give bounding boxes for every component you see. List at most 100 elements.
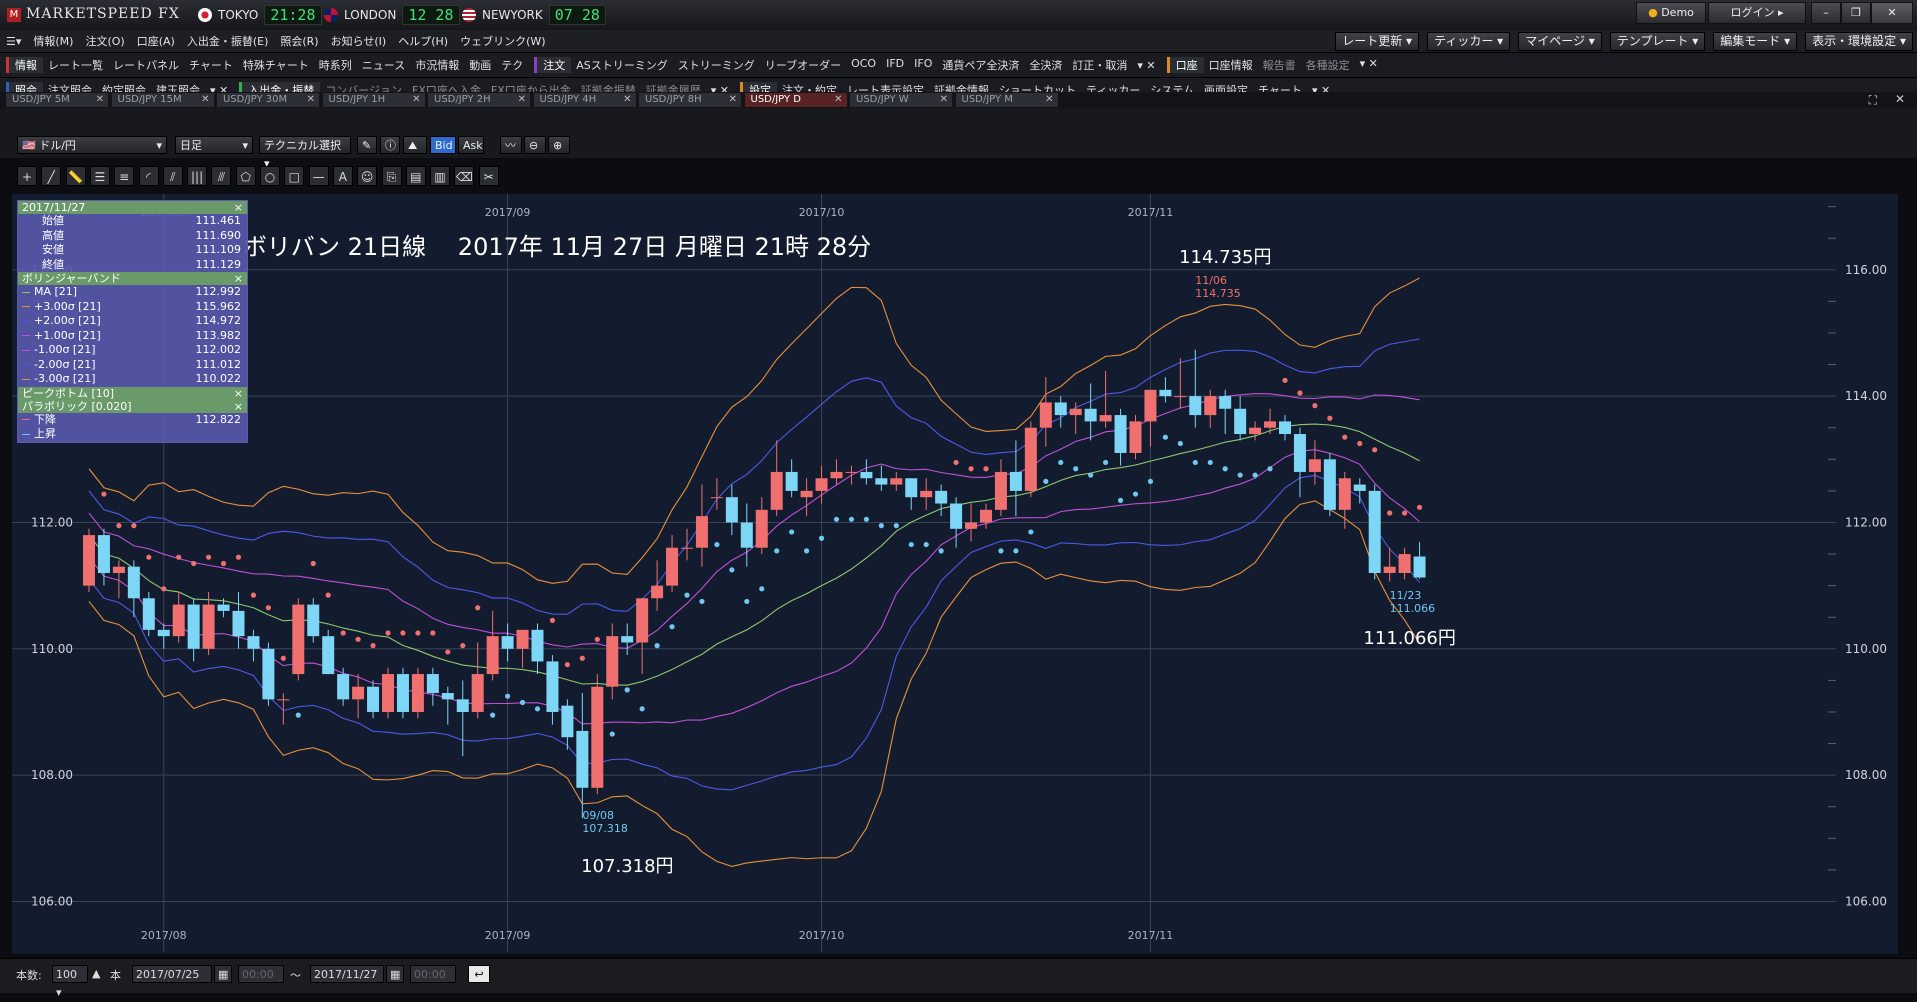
toolbar-dropdown[interactable]: テンプレート ▾ — [1609, 31, 1706, 51]
text-icon[interactable]: A — [332, 166, 353, 186]
chart-tab[interactable]: USD/JPY W ✕ — [850, 93, 952, 107]
close-icon[interactable]: ✕ — [518, 93, 526, 107]
calendar-icon[interactable]: ▦ — [386, 965, 404, 983]
toolbar-item[interactable]: レート一覧 — [43, 57, 108, 73]
toolbar-item[interactable]: 時系列 — [314, 57, 357, 73]
toolbar-group-order[interactable]: 注文 — [534, 57, 572, 73]
toolbar-item[interactable]: チャート — [184, 57, 238, 73]
hlines-icon[interactable]: ☰ — [89, 166, 110, 186]
chart-tab[interactable]: USD/JPY 2H ✕ — [428, 93, 530, 107]
chart-tab[interactable]: USD/JPY 1H ✕ — [322, 93, 425, 107]
circle-icon[interactable]: ○ — [260, 166, 280, 186]
toolbar-item[interactable]: ニュース — [357, 57, 410, 73]
zoom-out-icon[interactable]: ⊖ — [524, 136, 546, 154]
technical-select[interactable]: テクニカル選択 ▾ — [259, 136, 351, 170]
to-time-field[interactable]: 00:00 — [410, 965, 456, 983]
ask-button[interactable]: Ask — [458, 136, 484, 154]
chart-tab[interactable]: USD/JPY 5M ✕ — [6, 93, 108, 107]
zoom-in-icon[interactable]: ⊕ — [548, 136, 570, 154]
hline-icon[interactable]: — — [308, 166, 329, 186]
toolbar-dropdown[interactable]: 編集モード ▾ — [1713, 31, 1798, 51]
pentagon-icon[interactable]: ⬠ — [235, 166, 256, 186]
toolbar-item[interactable]: 通貨ペア全決済 — [937, 57, 1024, 73]
chart-tab[interactable]: USD/JPY 8H ✕ — [639, 93, 741, 107]
toolbar-item[interactable]: 口座情報 — [1204, 57, 1258, 73]
toolbar-item[interactable]: IFD — [881, 57, 909, 73]
toolbar-item[interactable]: 特殊チャート — [238, 57, 314, 73]
menu-item[interactable]: ヘルプ(H) — [392, 33, 454, 49]
menu-item[interactable]: 入出金・振替(E) — [181, 33, 275, 49]
wave-icon[interactable]: 〰 — [500, 136, 522, 154]
toolbar-more[interactable]: ▾ ✕ — [1132, 59, 1160, 72]
period-select[interactable]: 日足 ▾ — [175, 136, 253, 154]
stepper-icon[interactable]: ▲ — [92, 967, 100, 980]
menu-item[interactable]: 情報(M) — [27, 33, 79, 49]
ruler-icon[interactable]: 📏 — [65, 166, 86, 186]
layer2-icon[interactable]: ▥ — [430, 166, 451, 186]
close-icon[interactable]: ✕ — [1045, 93, 1053, 107]
toolbar-item[interactable]: IFO — [909, 57, 937, 73]
app-menu-icon[interactable]: ☰▾ — [0, 35, 27, 48]
chart-tab[interactable]: USD/JPY 4H ✕ — [533, 93, 636, 107]
fibo-fan-icon[interactable]: ◜ — [138, 166, 159, 186]
close-icon[interactable]: ✕ — [729, 93, 737, 107]
chart-tab[interactable]: USD/JPY 30M ✕ — [217, 93, 319, 107]
toolbar-item[interactable]: ストリーミング — [673, 57, 760, 73]
maximize-icon[interactable]: ⛶ — [1869, 93, 1877, 108]
pen-icon[interactable]: ✎ — [357, 136, 377, 154]
vlines-icon[interactable]: ≡ — [114, 166, 135, 186]
crosshair-icon[interactable]: + — [17, 166, 37, 186]
close-button[interactable]: ✕ — [1871, 2, 1913, 24]
chart-tab[interactable]: USD/JPY M ✕ — [955, 93, 1058, 107]
toolbar-item[interactable]: 訂正・取消 — [1067, 57, 1132, 73]
close-icon[interactable]: ✕ — [1895, 92, 1905, 106]
close-icon[interactable]: ✕ — [201, 93, 209, 107]
chart-tab[interactable]: USD/JPY 15M ✕ — [111, 93, 214, 107]
toolbar-item[interactable]: テク — [496, 57, 528, 73]
layer-icon[interactable]: ▤ — [405, 166, 426, 186]
info-icon[interactable]: ⓘ — [380, 136, 400, 154]
calendar-icon[interactable]: ▦ — [214, 965, 232, 983]
minimize-button[interactable]: – — [1811, 2, 1841, 24]
chart-tab[interactable]: USD/JPY D ✕ — [744, 93, 847, 107]
close-icon[interactable]: ✕ — [834, 93, 842, 107]
toolbar-dropdown[interactable]: レート更新 ▾ — [1335, 31, 1420, 51]
close-icon[interactable]: ✕ — [940, 93, 948, 107]
toolbar-item[interactable]: リーブオーダー — [760, 57, 846, 73]
to-date-field[interactable]: 2017/11/27 — [310, 965, 384, 983]
currency-pair-select[interactable]: 🇺🇸 ドル/円 ▾ — [17, 136, 167, 154]
close-icon[interactable]: × — [234, 387, 243, 400]
menu-item[interactable]: ウェブリンク(W) — [454, 33, 551, 49]
stamp-icon[interactable]: ☺ — [357, 166, 378, 186]
toolbar-item[interactable]: レートパネル — [108, 57, 184, 73]
close-icon[interactable]: ✕ — [96, 93, 104, 107]
close-icon[interactable]: ✕ — [412, 93, 420, 107]
copy-icon[interactable]: ⎘ — [381, 166, 402, 186]
toolbar-item[interactable]: 市況情報 — [410, 57, 464, 73]
close-icon[interactable]: × — [234, 400, 243, 413]
close-icon[interactable]: × — [234, 272, 243, 285]
close-icon[interactable]: ✕ — [623, 93, 631, 107]
price-chart[interactable]: 106.00 106.00 108.00 108.00 110.00 110.00 112.… — [12, 194, 1898, 954]
fibo-time-icon[interactable]: ||| — [187, 166, 208, 186]
toolbar-item[interactable]: OCO — [846, 57, 881, 73]
menu-item[interactable]: 注文(O) — [79, 33, 130, 49]
line-icon[interactable]: ╱ — [41, 166, 62, 186]
rect-icon[interactable]: □ — [284, 166, 305, 186]
toolbar-dropdown[interactable]: マイページ ▾ — [1518, 31, 1602, 51]
toolbar-item[interactable]: 動画 — [464, 57, 496, 73]
erase-all-icon[interactable]: ✂ — [478, 166, 499, 186]
close-icon[interactable]: ✕ — [307, 93, 315, 107]
toolbar-dropdown[interactable]: 表示・環境設定 ▾ — [1805, 31, 1913, 51]
toolbar-item[interactable]: ASストリーミング — [571, 57, 673, 73]
trendlines-icon[interactable]: ⫽ — [162, 166, 183, 186]
eraser-icon[interactable]: ⌫ — [454, 166, 475, 186]
menu-item[interactable]: 照会(R) — [274, 33, 324, 49]
bar-count-field[interactable]: 100 ▾ — [52, 965, 88, 999]
restore-button[interactable]: ❐ — [1841, 2, 1871, 24]
channel-icon[interactable]: ⫻ — [211, 166, 232, 186]
toolbar-group-info[interactable]: 情報 — [6, 57, 43, 73]
demo-button[interactable]: ● Demo — [1636, 2, 1706, 24]
bid-button[interactable]: Bid — [430, 136, 456, 154]
toolbar-item[interactable]: 各種設定 — [1301, 57, 1355, 73]
